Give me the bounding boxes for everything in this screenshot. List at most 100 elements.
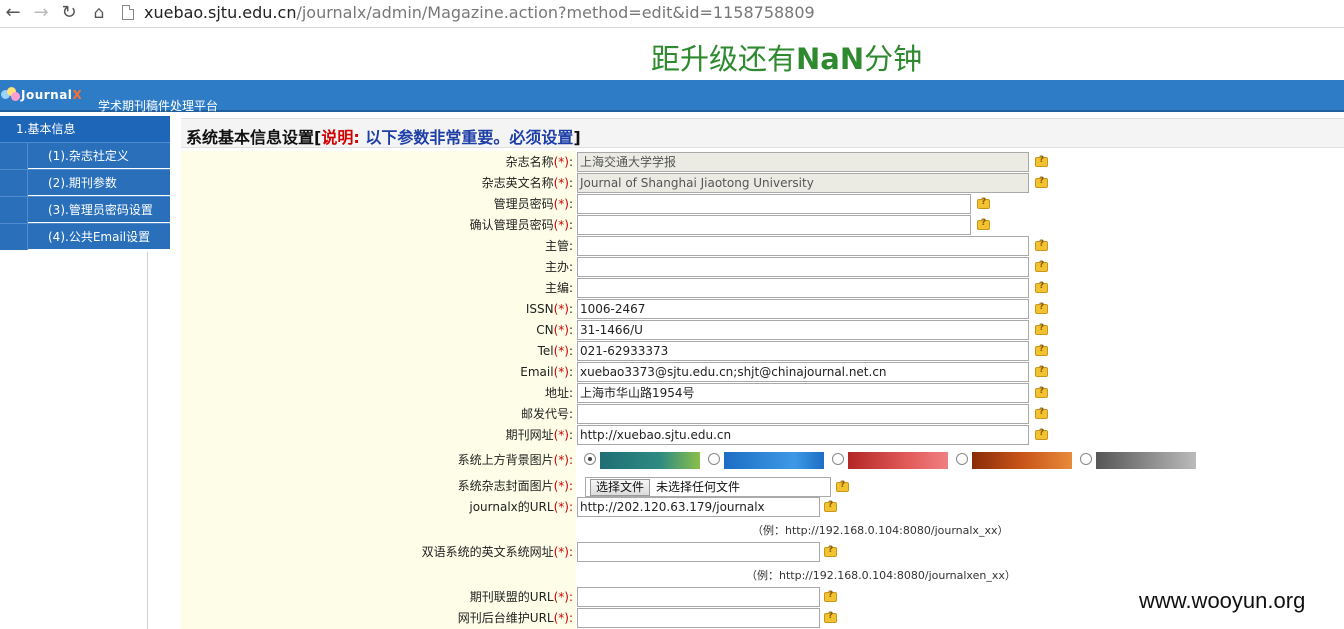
sidebar-gutter xyxy=(0,224,28,250)
form-input[interactable]: xuebao3373@sjtu.edu.cn;shjt@chinajournal… xyxy=(577,362,1029,382)
journalx-url-input[interactable]: http://202.120.63.179/journalx xyxy=(577,497,820,517)
panel-note-label: 说明: xyxy=(321,128,366,147)
required-mark: (*): xyxy=(553,479,573,493)
reload-icon[interactable]: ↻ xyxy=(58,3,80,23)
journalx-url-example: （例：http://192.168.0.104:8080/journalx_xx… xyxy=(752,524,1009,537)
panel-title-text: 系统基本信息设置[ xyxy=(186,128,322,147)
bg-swatch-red xyxy=(848,452,948,469)
journalx-url-label-text: journalx的URL xyxy=(469,500,554,514)
home-icon[interactable]: ⌂ xyxy=(88,3,110,23)
panel-title-bar: 系统基本信息设置[说明: 以下参数非常重要。必须设置] xyxy=(181,118,1344,148)
help-icon[interactable] xyxy=(977,218,990,230)
form-label: 邮发代号: xyxy=(181,404,573,424)
help-icon[interactable] xyxy=(1035,386,1048,398)
logo-text: JournalX xyxy=(21,88,82,102)
browser-toolbar: ← → ↻ ⌂ xuebao.sjtu.edu.cn/journalx/admi… xyxy=(0,0,1344,28)
address-bar[interactable]: xuebao.sjtu.edu.cn/journalx/admin/Magazi… xyxy=(116,1,1336,25)
help-icon[interactable] xyxy=(977,197,990,209)
required-mark: (*) xyxy=(553,155,569,169)
form-label: 期刊网址(*): xyxy=(181,425,573,445)
bg-radio-1[interactable] xyxy=(584,453,596,465)
form-input[interactable] xyxy=(577,236,1029,256)
bg-swatch-orange xyxy=(972,452,1072,469)
sidebar-item-label: (2).期刊参数 xyxy=(48,176,117,190)
alliance-url-input[interactable] xyxy=(577,587,820,607)
sidebar-item-public-email[interactable]: (4).公共Email设置 xyxy=(0,223,170,250)
help-icon[interactable] xyxy=(824,500,837,512)
label-colon: : xyxy=(568,323,573,337)
help-icon[interactable] xyxy=(1035,281,1048,293)
countdown-suffix: 分钟 xyxy=(864,42,923,76)
sidebar-item-admin-password[interactable]: (3).管理员密码设置 xyxy=(0,196,170,223)
form-input[interactable]: 上海市华山路1954号 xyxy=(577,383,1029,403)
help-icon[interactable] xyxy=(1035,176,1048,188)
form-input[interactable]: 31-1466/U xyxy=(577,320,1029,340)
journalx-url-label: journalx的URL(*): xyxy=(181,497,573,517)
bg-radio-4[interactable] xyxy=(956,453,968,465)
form-input[interactable] xyxy=(577,404,1029,424)
help-icon[interactable] xyxy=(1035,260,1048,272)
form-input[interactable]: Journal of Shanghai Jiaotong University xyxy=(577,173,1029,193)
help-icon[interactable] xyxy=(1035,428,1048,440)
help-icon[interactable] xyxy=(1035,365,1048,377)
form-input[interactable]: 021-62933373 xyxy=(577,341,1029,361)
required-mark: (*) xyxy=(553,344,569,358)
backend-url-input[interactable] xyxy=(577,608,820,628)
form-input[interactable]: http://xuebao.sjtu.edu.cn xyxy=(577,425,1029,445)
required-mark: (*): xyxy=(553,611,573,625)
help-icon[interactable] xyxy=(1035,302,1048,314)
logo-x: X xyxy=(72,88,83,102)
cover-image-label-text: 系统杂志封面图片 xyxy=(457,479,554,493)
form-label-text: ISSN xyxy=(525,302,554,316)
url-text: xuebao.sjtu.edu.cn/journalx/admin/Magazi… xyxy=(144,3,815,22)
choose-file-button[interactable]: 选择文件 xyxy=(590,479,651,496)
label-colon: : xyxy=(568,281,573,295)
bg-radio-5[interactable] xyxy=(1080,453,1092,465)
form-input[interactable] xyxy=(577,194,971,214)
label-colon: : xyxy=(568,365,573,379)
form-label-text: 确认管理员密码 xyxy=(469,218,554,232)
sidebar-item-label: (3).管理员密码设置 xyxy=(48,203,153,217)
page-icon xyxy=(122,5,134,20)
file-status: 未选择任何文件 xyxy=(656,480,741,494)
back-arrow-icon[interactable]: ← xyxy=(2,3,24,23)
form-input[interactable]: 上海交通大学学报 xyxy=(577,152,1029,172)
bg-radio-2[interactable] xyxy=(708,453,720,465)
url-path: /journalx/admin/Magazine.action?method=e… xyxy=(296,3,815,22)
sidebar-head-basic-info[interactable]: 1.基本信息 xyxy=(0,116,170,142)
backend-url-label-text: 网刊后台维护URL xyxy=(457,611,554,625)
label-colon: : xyxy=(568,428,573,442)
help-icon[interactable] xyxy=(824,545,837,557)
form-label-text: Email xyxy=(520,365,554,379)
platform-title: 学术期刊稿件处理平台 xyxy=(98,99,219,113)
form-label: 杂志英文名称(*): xyxy=(181,173,573,193)
cover-image-label: 系统杂志封面图片(*): xyxy=(181,476,573,496)
help-icon[interactable] xyxy=(1035,323,1048,335)
form-label: 管理员密码(*): xyxy=(181,194,573,214)
watermark: www.wooyun.org xyxy=(1139,588,1306,613)
form-input[interactable] xyxy=(577,215,971,235)
bilingual-url-input[interactable] xyxy=(577,542,820,562)
help-icon[interactable] xyxy=(1035,407,1048,419)
countdown-prefix: 距升级还有 xyxy=(651,42,797,76)
required-mark: (*) xyxy=(553,218,569,232)
bg-radio-3[interactable] xyxy=(832,453,844,465)
form-input[interactable]: 1006-2467 xyxy=(577,299,1029,319)
journalx-logo-icon xyxy=(1,87,21,101)
sidebar-item-magazine-definition[interactable]: (1).杂志社定义 xyxy=(0,142,170,169)
cover-file-input[interactable]: 选择文件 未选择任何文件 xyxy=(585,477,831,497)
help-icon[interactable] xyxy=(824,611,837,623)
bg-image-label-text: 系统上方背景图片 xyxy=(457,453,554,467)
help-icon[interactable] xyxy=(1035,344,1048,356)
help-icon[interactable] xyxy=(1035,239,1048,251)
help-icon[interactable] xyxy=(824,590,837,602)
help-icon[interactable] xyxy=(836,480,849,492)
form-input[interactable] xyxy=(577,278,1029,298)
help-icon[interactable] xyxy=(1035,155,1048,167)
sidebar-item-journal-params[interactable]: (2).期刊参数 xyxy=(0,169,170,196)
form-label-text: 期刊网址 xyxy=(505,428,554,442)
panel-title: 系统基本信息设置[说明: 以下参数非常重要。必须设置] xyxy=(186,124,581,148)
label-colon: : xyxy=(568,344,573,358)
form-input[interactable] xyxy=(577,257,1029,277)
forward-arrow-icon[interactable]: → xyxy=(30,3,52,23)
